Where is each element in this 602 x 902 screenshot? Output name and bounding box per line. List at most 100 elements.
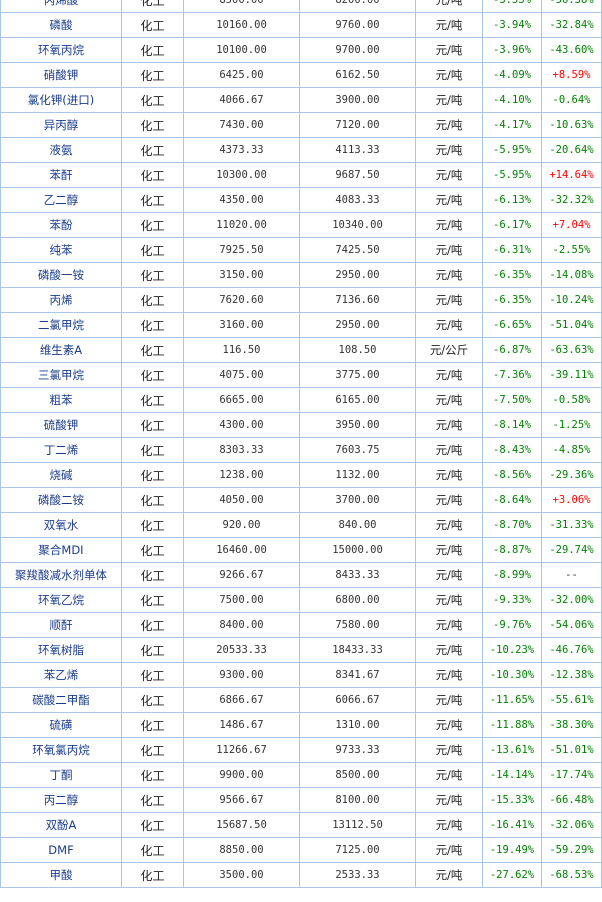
category-cell: 化工 <box>121 262 184 288</box>
unit-cell: 元/吨 <box>415 287 483 313</box>
table-row: 苯酐 化工 10300.00 9687.50 元/吨 -5.95% +14.64% <box>0 162 602 188</box>
product-name-cell: 二氯甲烷 <box>0 312 122 338</box>
yearly-change-percent-cell: -43.60% <box>541 37 602 63</box>
unit-cell: 元/吨 <box>415 612 483 638</box>
category-cell: 化工 <box>121 862 184 888</box>
product-name-cell: 苯乙烯 <box>0 662 122 688</box>
change-percent-cell: -8.99% <box>482 562 542 588</box>
previous-price-cell: 7620.60 <box>183 287 300 313</box>
table-row: 丁酮 化工 9900.00 8500.00 元/吨 -14.14% -17.74% <box>0 762 602 788</box>
product-name-cell: 维生素A <box>0 337 122 363</box>
unit-cell: 元/吨 <box>415 487 483 513</box>
current-price-cell: 2950.00 <box>299 312 416 338</box>
change-percent-cell: -6.65% <box>482 312 542 338</box>
unit-cell: 元/吨 <box>415 587 483 613</box>
current-price-cell: 6800.00 <box>299 587 416 613</box>
product-name-cell: 双酚A <box>0 812 122 838</box>
previous-price-cell: 10300.00 <box>183 162 300 188</box>
change-percent-cell: -9.76% <box>482 612 542 638</box>
table-row: 环氧乙烷 化工 7500.00 6800.00 元/吨 -9.33% -32.00% <box>0 587 602 613</box>
unit-cell: 元/吨 <box>415 237 483 263</box>
table-row: DMF 化工 8850.00 7125.00 元/吨 -19.49% -59.29% <box>0 837 602 863</box>
yearly-change-percent-cell: -31.33% <box>541 512 602 538</box>
current-price-cell: 2950.00 <box>299 262 416 288</box>
change-percent-cell: -16.41% <box>482 812 542 838</box>
unit-cell: 元/吨 <box>415 437 483 463</box>
change-percent-cell: -5.95% <box>482 137 542 163</box>
table-row: 二氯甲烷 化工 3160.00 2950.00 元/吨 -6.65% -51.04% <box>0 312 602 338</box>
yearly-change-percent-cell: -17.74% <box>541 762 602 788</box>
product-name-cell: 乙二醇 <box>0 187 122 213</box>
previous-price-cell: 1486.67 <box>183 712 300 738</box>
product-name-cell: 聚合MDI <box>0 537 122 563</box>
unit-cell: 元/吨 <box>415 87 483 113</box>
unit-cell: 元/吨 <box>415 362 483 388</box>
current-price-cell: 7425.50 <box>299 237 416 263</box>
unit-cell: 元/吨 <box>415 187 483 213</box>
previous-price-cell: 11020.00 <box>183 212 300 238</box>
unit-cell: 元/吨 <box>415 162 483 188</box>
unit-cell: 元/吨 <box>415 462 483 488</box>
category-cell: 化工 <box>121 687 184 713</box>
category-cell: 化工 <box>121 412 184 438</box>
yearly-change-percent-cell: -59.29% <box>541 837 602 863</box>
unit-cell: 元/吨 <box>415 562 483 588</box>
yearly-change-percent-cell: -1.25% <box>541 412 602 438</box>
current-price-cell: 4113.33 <box>299 137 416 163</box>
unit-cell: 元/吨 <box>415 687 483 713</box>
current-price-cell: 6066.67 <box>299 687 416 713</box>
previous-price-cell: 7430.00 <box>183 112 300 138</box>
table-row: 磷酸二铵 化工 4050.00 3700.00 元/吨 -8.64% +3.06% <box>0 487 602 513</box>
yearly-change-percent-cell: -29.36% <box>541 462 602 488</box>
change-percent-cell: -3.94% <box>482 12 542 38</box>
previous-price-cell: 116.50 <box>183 337 300 363</box>
table-row: 乙二醇 化工 4350.00 4083.33 元/吨 -6.13% -32.32% <box>0 187 602 213</box>
unit-cell: 元/吨 <box>415 387 483 413</box>
previous-price-cell: 3160.00 <box>183 312 300 338</box>
current-price-cell: 9687.50 <box>299 162 416 188</box>
change-percent-cell: -8.14% <box>482 412 542 438</box>
category-cell: 化工 <box>121 0 184 13</box>
previous-price-cell: 3150.00 <box>183 262 300 288</box>
table-row: 硝酸钾 化工 6425.00 6162.50 元/吨 -4.09% +8.59% <box>0 62 602 88</box>
change-percent-cell: -6.17% <box>482 212 542 238</box>
price-change-table: 丙烯酸 化工 8500.00 8200.00 元/吨 -3.53% -56.38% 磷酸 化工 1… <box>0 0 602 888</box>
unit-cell: 元/吨 <box>415 762 483 788</box>
previous-price-cell: 4066.67 <box>183 87 300 113</box>
yearly-change-percent-cell: -56.38% <box>541 0 602 13</box>
yearly-change-percent-cell: -51.04% <box>541 312 602 338</box>
table-row: 双氧水 化工 920.00 840.00 元/吨 -8.70% -31.33% <box>0 512 602 538</box>
previous-price-cell: 3500.00 <box>183 862 300 888</box>
product-name-cell: 环氧氯丙烷 <box>0 737 122 763</box>
change-percent-cell: -3.96% <box>482 37 542 63</box>
category-cell: 化工 <box>121 537 184 563</box>
product-name-cell: 环氧乙烷 <box>0 587 122 613</box>
category-cell: 化工 <box>121 737 184 763</box>
product-name-cell: 磷酸一铵 <box>0 262 122 288</box>
previous-price-cell: 15687.50 <box>183 812 300 838</box>
change-percent-cell: -5.95% <box>482 162 542 188</box>
category-cell: 化工 <box>121 662 184 688</box>
category-cell: 化工 <box>121 312 184 338</box>
table-row: 异丙醇 化工 7430.00 7120.00 元/吨 -4.17% -10.63% <box>0 112 602 138</box>
previous-price-cell: 8500.00 <box>183 0 300 13</box>
yearly-change-percent-cell: -32.00% <box>541 587 602 613</box>
current-price-cell: 1310.00 <box>299 712 416 738</box>
change-percent-cell: -6.35% <box>482 287 542 313</box>
yearly-change-percent-cell: +14.64% <box>541 162 602 188</box>
product-name-cell: DMF <box>0 837 122 863</box>
product-name-cell: 异丙醇 <box>0 112 122 138</box>
current-price-cell: 7603.75 <box>299 437 416 463</box>
previous-price-cell: 9300.00 <box>183 662 300 688</box>
category-cell: 化工 <box>121 837 184 863</box>
unit-cell: 元/吨 <box>415 712 483 738</box>
yearly-change-percent-cell: -- <box>541 562 602 588</box>
unit-cell: 元/吨 <box>415 0 483 13</box>
yearly-change-percent-cell: -68.53% <box>541 862 602 888</box>
previous-price-cell: 920.00 <box>183 512 300 538</box>
table-row: 硫酸钾 化工 4300.00 3950.00 元/吨 -8.14% -1.25% <box>0 412 602 438</box>
product-name-cell: 丁二烯 <box>0 437 122 463</box>
category-cell: 化工 <box>121 87 184 113</box>
previous-price-cell: 7925.50 <box>183 237 300 263</box>
change-percent-cell: -13.61% <box>482 737 542 763</box>
